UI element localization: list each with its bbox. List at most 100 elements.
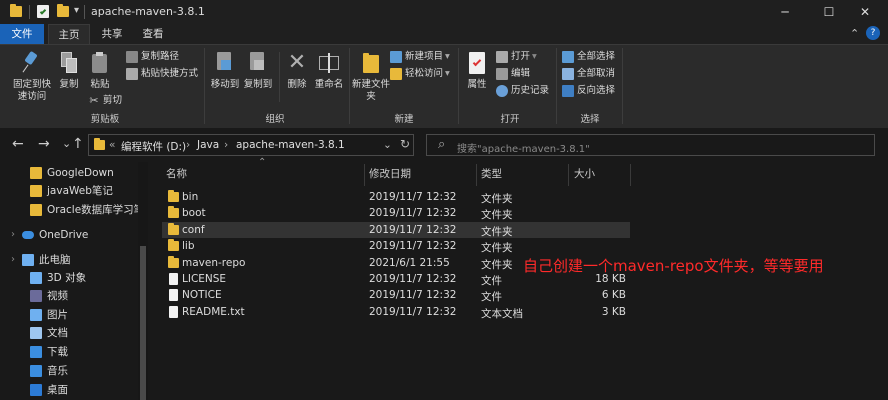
copy-button[interactable]: 复制 <box>56 50 82 94</box>
tab-file[interactable]: 文件 <box>0 24 44 44</box>
table-row[interactable]: boot 2019/11/7 12:32 文件夹 <box>162 205 630 221</box>
breadcrumb-java[interactable]: Java <box>197 139 219 151</box>
tab-view[interactable]: 查看 <box>136 24 170 44</box>
breadcrumb-separator[interactable]: › <box>224 139 228 151</box>
move-to-button[interactable]: 移动到 <box>209 50 241 94</box>
new-folder-quick-icon[interactable] <box>57 4 69 17</box>
sidebar-item-label: 视频 <box>47 290 68 302</box>
folder-icon <box>10 4 22 17</box>
table-row[interactable]: README.txt 2019/11/7 12:32 文本文档 3 KB <box>162 304 630 320</box>
select-all-button[interactable]: 全部选择 <box>562 48 615 65</box>
group-label-clipboard: 剪贴板 <box>90 114 120 125</box>
window-title: apache-maven-3.8.1 <box>91 5 205 18</box>
collapse-ribbon-icon[interactable]: ⌃ <box>850 27 859 40</box>
group-label-new: 新建 <box>394 114 414 125</box>
sidebar-item[interactable]: Oracle数据库学习笔记 <box>0 201 148 219</box>
edit-button[interactable]: 编辑 <box>496 65 530 82</box>
up-button[interactable]: ↑ <box>72 136 84 152</box>
file-type: 文件夹 <box>481 242 513 255</box>
folder-icon <box>168 239 179 252</box>
nav-scrollbar-thumb[interactable] <box>140 246 146 400</box>
divider <box>29 5 30 19</box>
sidebar-item[interactable]: GoogleDown <box>0 164 148 182</box>
paste-shortcut-button[interactable]: 粘贴快捷方式 <box>126 65 198 82</box>
file-name: lib <box>182 240 195 253</box>
close-button[interactable]: ✕ <box>842 0 888 24</box>
group-label-select: 选择 <box>580 114 600 125</box>
sidebar-item[interactable]: javaWeb笔记 <box>0 182 148 200</box>
pin-quick-access-button[interactable]: 固定到快速访问 <box>10 50 54 108</box>
sidebar-item[interactable]: 桌面 <box>0 381 148 399</box>
column-separator[interactable] <box>630 164 631 186</box>
column-separator[interactable] <box>568 164 569 186</box>
copy-to-button[interactable]: 复制到 <box>242 50 274 94</box>
recent-locations-button[interactable]: ⌄ <box>62 137 71 150</box>
table-row[interactable]: NOTICE 2019/11/7 12:32 文件 6 KB <box>162 287 630 303</box>
breadcrumb-current[interactable]: apache-maven-3.8.1 <box>236 139 345 151</box>
breadcrumb-overflow[interactable]: « <box>109 139 115 151</box>
sidebar-item-label: 3D 对象 <box>47 272 87 284</box>
sidebar-item[interactable]: › 此电脑 <box>0 251 148 269</box>
column-separator[interactable] <box>364 164 365 186</box>
column-header-name[interactable]: 名称 <box>166 166 187 181</box>
sidebar-item[interactable]: 文档 <box>0 324 148 342</box>
column-header-size[interactable]: 大小 <box>574 166 595 181</box>
forward-button[interactable]: → <box>38 136 50 152</box>
sidebar-item[interactable]: 3D 对象 <box>0 269 148 287</box>
properties-button[interactable]: 属性 <box>462 50 492 94</box>
group-separator <box>458 48 459 124</box>
table-row[interactable]: conf 2019/11/7 12:32 文件夹 <box>162 221 630 238</box>
sidebar-item[interactable]: 视频 <box>0 287 148 305</box>
new-item-button[interactable]: 新建项目 ▾ <box>390 48 450 65</box>
expand-chevron-icon[interactable]: › <box>11 226 15 244</box>
properties-label: 属性 <box>467 79 487 90</box>
computer-icon <box>22 254 34 266</box>
breadcrumb-separator[interactable]: › <box>186 139 190 151</box>
search-placeholder[interactable]: 搜索"apache-maven-3.8.1" <box>457 140 590 155</box>
move-to-icon <box>217 52 233 74</box>
address-dropdown-button[interactable]: ⌄ <box>383 139 392 151</box>
search-icon: ⌕ <box>438 137 446 152</box>
sidebar-item[interactable]: 图片 <box>0 306 148 324</box>
file-type: 文件夹 <box>481 258 513 271</box>
copy-path-button[interactable]: 复制路径 <box>126 48 179 65</box>
file-size: 3 KB <box>601 305 626 318</box>
qa-dropdown-icon[interactable]: ▾ <box>74 5 79 16</box>
tab-home[interactable]: 主页 <box>48 24 90 44</box>
help-icon[interactable]: ? <box>866 26 880 40</box>
tab-share[interactable]: 共享 <box>93 24 131 44</box>
invert-selection-button[interactable]: 反向选择 <box>562 82 615 99</box>
folder-icon <box>168 206 179 219</box>
properties-quick-icon[interactable] <box>37 5 49 18</box>
breadcrumb-drive[interactable]: 编程软件 (D:) <box>121 139 186 154</box>
folder-icon <box>168 222 179 235</box>
select-none-button[interactable]: 全部取消 <box>562 65 615 82</box>
rename-button[interactable]: 重命名 <box>313 50 345 94</box>
expand-chevron-icon[interactable]: › <box>11 251 15 269</box>
column-separator[interactable] <box>476 164 477 186</box>
easy-access-button[interactable]: 轻松访问 ▾ <box>390 65 450 82</box>
back-button[interactable]: ← <box>12 136 24 152</box>
refresh-button[interactable]: ↻ <box>400 137 410 151</box>
new-folder-button[interactable]: 新建文件夹 <box>352 50 390 108</box>
table-row[interactable]: lib 2019/11/7 12:32 文件夹 <box>162 238 630 254</box>
column-header-type[interactable]: 类型 <box>481 166 502 181</box>
open-button[interactable]: 打开 ▾ <box>496 48 537 65</box>
history-button[interactable]: 历史记录 <box>496 82 549 99</box>
sidebar-item-label: 图片 <box>47 309 68 321</box>
delete-button[interactable]: ✕ 删除 <box>284 50 310 94</box>
file-name: maven-repo <box>182 256 246 269</box>
select-none-icon <box>562 67 574 80</box>
sidebar-item[interactable]: 下载 <box>0 343 148 361</box>
minimize-button[interactable]: ─ <box>762 0 808 24</box>
file-date: 2019/11/7 12:32 <box>369 240 457 253</box>
group-label-organize: 组织 <box>265 114 285 125</box>
paste-button[interactable]: 粘贴 <box>86 50 114 94</box>
sidebar-item-label: 音乐 <box>47 365 68 377</box>
table-row[interactable]: bin 2019/11/7 12:32 文件夹 <box>162 189 630 205</box>
sidebar-item[interactable]: 音乐 <box>0 362 148 380</box>
cut-button[interactable]: ✂ 剪切 <box>88 92 122 109</box>
sidebar-item[interactable]: › OneDrive <box>0 226 148 244</box>
column-header-modified[interactable]: 修改日期 <box>369 166 411 181</box>
select-all-icon <box>562 50 574 63</box>
